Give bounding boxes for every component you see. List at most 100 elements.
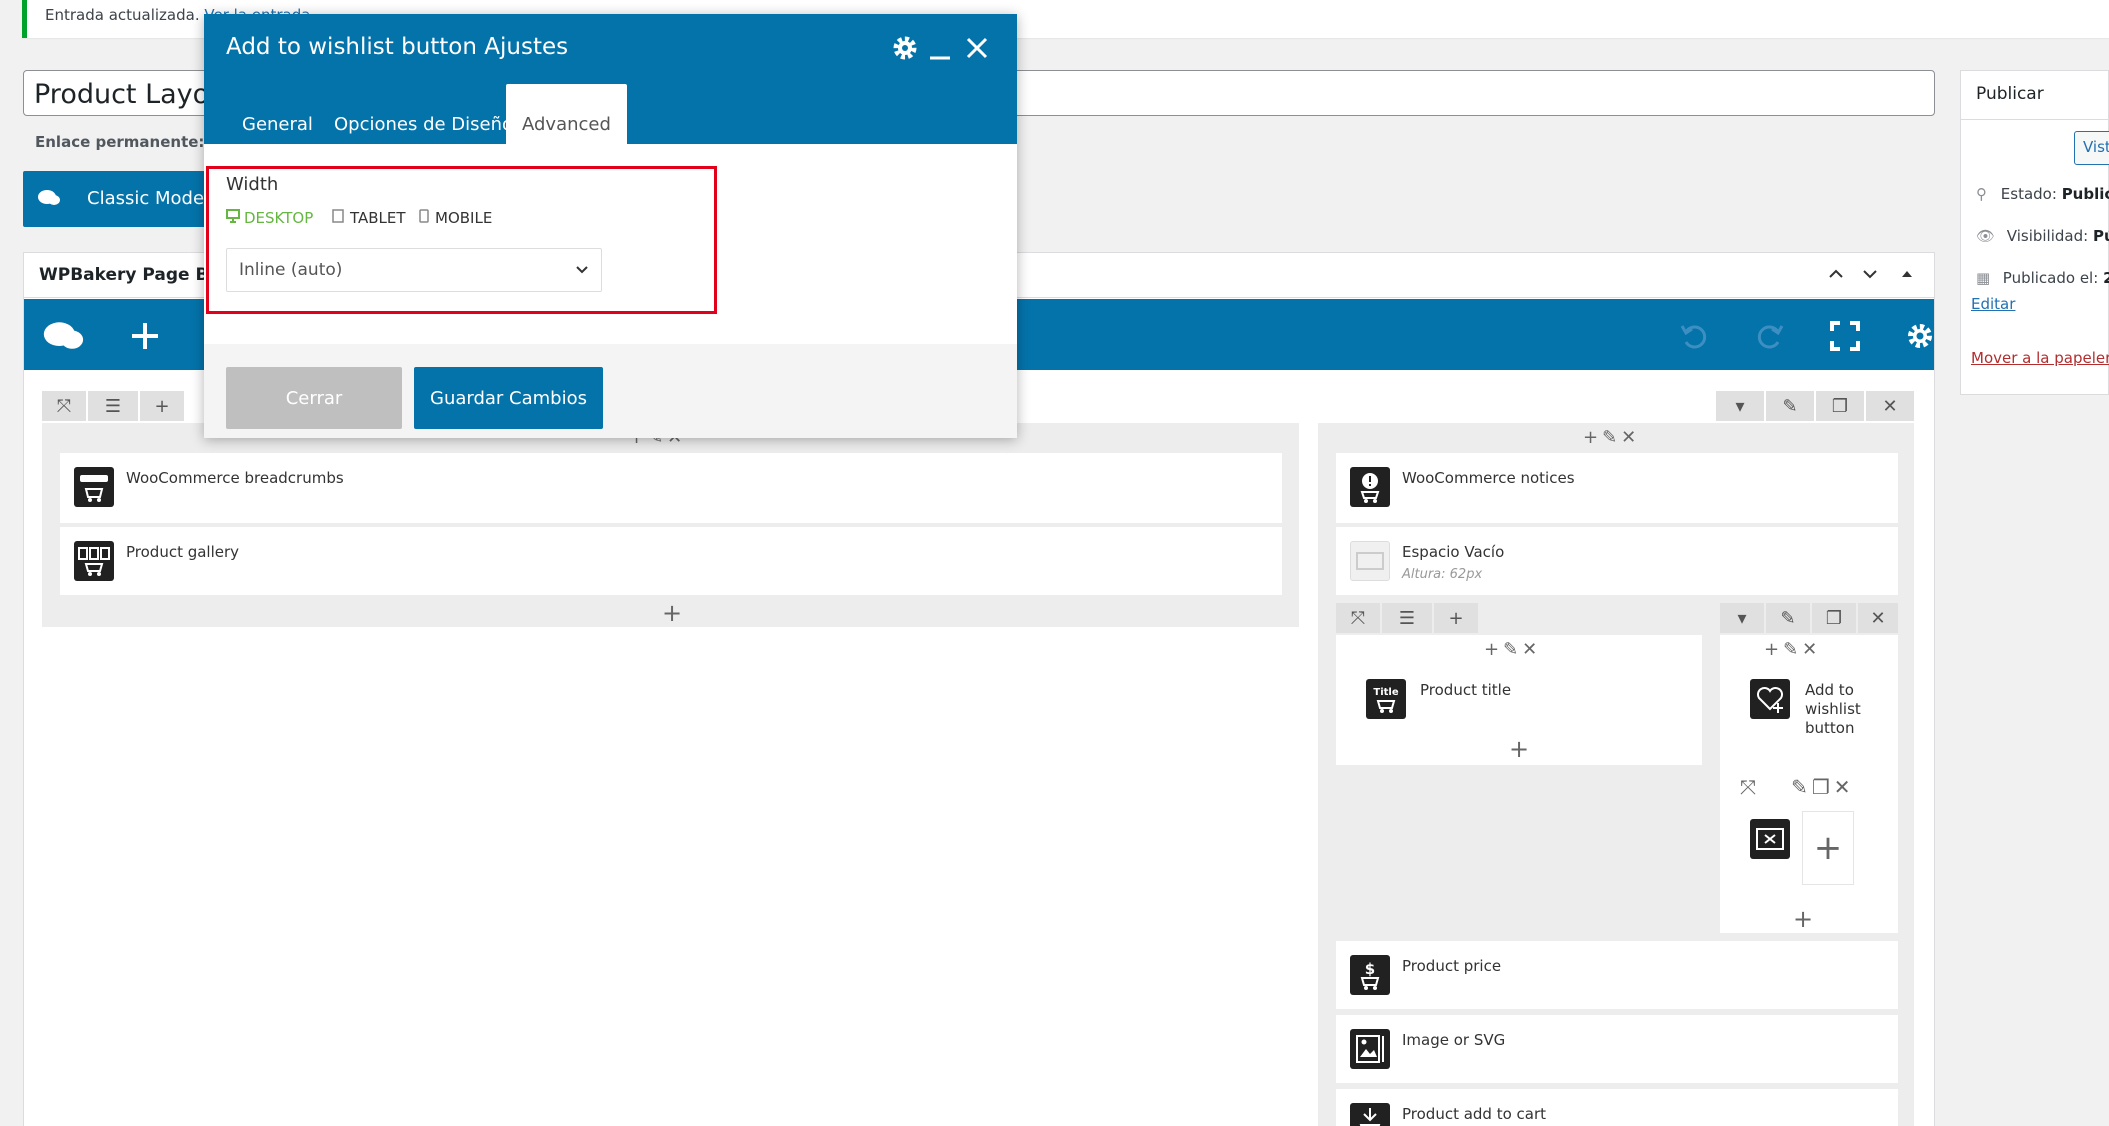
fullscreen-icon[interactable]: [1824, 315, 1866, 357]
gallery-cart-icon: [74, 541, 114, 581]
gear-icon[interactable]: [1899, 315, 1941, 357]
edit-date-link[interactable]: Editar: [1971, 295, 2015, 313]
inner-add-column-icon[interactable]: +: [1434, 603, 1478, 633]
wpbakery-logo-icon: [37, 188, 61, 208]
redo-icon[interactable]: [1749, 315, 1791, 357]
close-button[interactable]: Cerrar: [226, 367, 402, 429]
row-drag-icon[interactable]: ⤧: [42, 391, 86, 421]
inner-row-drag-icon[interactable]: ⤧: [1336, 603, 1380, 633]
chevron-down-icon[interactable]: [1861, 265, 1879, 283]
close-icon[interactable]: [965, 34, 989, 62]
inner-column-2: +✎✕ Add to wishlist button ⤧ ✎❐✕ + +: [1720, 635, 1898, 933]
width-select-value: Inline (auto): [239, 260, 343, 280]
svg-text:$: $: [1365, 960, 1375, 978]
row-delete-icon[interactable]: ✕: [1866, 391, 1914, 421]
inner-row-clone-icon[interactable]: ❐: [1812, 603, 1856, 633]
add-element-icon[interactable]: [124, 315, 166, 357]
add-column-icon[interactable]: +: [140, 391, 184, 421]
device-tab-mobile[interactable]: MOBILE: [419, 209, 492, 227]
element-label: Product title: [1420, 681, 1512, 699]
element-settings-modal: Add to wishlist button Ajustes General O…: [204, 14, 1017, 438]
pin-icon: ⚲: [1976, 185, 1987, 203]
right-column: +✎✕ WooCommerce notices Espacio Vacío Al…: [1318, 423, 1914, 1126]
title-cart-icon: Title: [1366, 679, 1406, 719]
wpbakery-logo-icon[interactable]: [42, 315, 84, 357]
collapse-toggle-icon[interactable]: [1901, 265, 1913, 283]
element-label: Add to wishlist button: [1805, 681, 1861, 737]
inner-row-delete-icon[interactable]: ✕: [1858, 603, 1898, 633]
width-select[interactable]: Inline (auto): [226, 248, 602, 292]
tab-advanced[interactable]: Advanced: [506, 84, 627, 144]
element-card[interactable]: WooCommerce breadcrumbs: [60, 453, 1282, 523]
device-label: MOBILE: [435, 209, 493, 227]
add-nested-element-button[interactable]: +: [1802, 811, 1854, 885]
preview-button[interactable]: Vista previa: [2074, 131, 2109, 165]
device-tab-desktop[interactable]: DESKTOP: [226, 209, 313, 227]
element-label: Image or SVG: [1402, 1031, 1506, 1049]
modal-header: Add to wishlist button Ajustes General O…: [204, 14, 1017, 144]
inner-row-layout-icon[interactable]: ☰: [1382, 603, 1432, 633]
device-label: TABLET: [350, 209, 406, 227]
row-clone-icon[interactable]: ❐: [1816, 391, 1864, 421]
element-card[interactable]: WooCommerce notices: [1336, 453, 1898, 523]
row-toggle-icon[interactable]: ▾: [1716, 391, 1764, 421]
element-card[interactable]: $ Product price: [1336, 941, 1898, 1009]
gear-icon[interactable]: [891, 34, 919, 62]
tab-general[interactable]: General: [242, 84, 313, 144]
status-value: Publicada: [2061, 185, 2109, 203]
element-label: WooCommerce breadcrumbs: [126, 469, 344, 487]
undo-icon[interactable]: [1673, 315, 1715, 357]
element-card[interactable]: Product gallery: [60, 527, 1282, 595]
column-controls[interactable]: +✎✕: [1484, 639, 1541, 660]
status-label: Estado:: [2000, 185, 2057, 203]
builder-canvas: ⤧ ☰ + ▾ ✎ ❐ ✕ +✎✕ WooCommerce breadcrumb…: [24, 371, 1934, 1126]
element-sublabel: Altura: 62px: [1402, 567, 1483, 582]
empty-space-icon: [1350, 541, 1390, 581]
move-to-trash-link[interactable]: Mover a la papelera: [1971, 349, 2109, 367]
element-label: Espacio Vacío: [1402, 543, 1505, 561]
device-tab-tablet[interactable]: TABLET: [332, 209, 406, 227]
breadcrumb-cart-icon: [74, 467, 114, 507]
publish-box: Publicar Vista previa ⚲ Estado: Publicad…: [1960, 70, 2109, 395]
chevron-down-icon: [575, 263, 589, 277]
inner-row-toggle-icon[interactable]: ▾: [1720, 603, 1764, 633]
modal-title: Add to wishlist button Ajustes: [226, 34, 569, 60]
publish-title: Publicar: [1976, 84, 2044, 104]
classic-mode-button[interactable]: Classic Mode: [23, 171, 213, 227]
eye-icon: 👁: [1976, 227, 1996, 245]
permalink-label: Enlace permanente:: [35, 133, 205, 151]
element-card[interactable]: Product add to cart: [1336, 1089, 1898, 1126]
published-value: 2: [2103, 269, 2109, 287]
column-controls[interactable]: +✎✕: [1764, 639, 1821, 660]
visibility-row: 👁 Visibilidad: Pública: [1976, 227, 2109, 245]
notice-message: Entrada actualizada.: [45, 6, 200, 24]
chevron-up-icon[interactable]: [1827, 265, 1845, 283]
element-label: Product price: [1402, 957, 1502, 975]
published-label: Publicado el:: [2002, 269, 2099, 287]
width-label: Width: [226, 174, 279, 195]
add-element-plus-icon[interactable]: +: [662, 601, 682, 625]
image-icon: [1350, 1029, 1390, 1069]
element-card[interactable]: Image or SVG: [1336, 1015, 1898, 1083]
image-x-icon: [1750, 819, 1790, 859]
status-row: ⚲ Estado: Publicada: [1976, 185, 2109, 203]
add-element-plus-icon[interactable]: +: [1509, 737, 1529, 761]
classic-mode-label: Classic Mode: [87, 188, 205, 209]
divider: [1961, 119, 2108, 120]
tab-design-options[interactable]: Opciones de Diseño: [334, 84, 513, 144]
price-cart-icon: $: [1350, 955, 1390, 995]
column-controls[interactable]: +✎✕: [1583, 427, 1640, 448]
element-card[interactable]: Espacio Vacío Altura: 62px: [1336, 527, 1898, 595]
visibility-label: Visibilidad:: [2006, 227, 2089, 245]
tablet-icon: [332, 209, 344, 227]
minimize-icon[interactable]: [928, 34, 952, 62]
row-edit-icon[interactable]: ✎: [1766, 391, 1814, 421]
add-element-plus-icon[interactable]: +: [1793, 907, 1813, 931]
inner-row-edit-icon[interactable]: ✎: [1766, 603, 1810, 633]
save-changes-button[interactable]: Guardar Cambios: [414, 367, 603, 429]
wishlist-label: Add to wishlist button: [1751, 681, 1891, 738]
nested-controls[interactable]: ⤧ ✎❐✕: [1740, 775, 1855, 799]
notice-cart-icon: [1350, 467, 1390, 507]
row-layout-icon[interactable]: ☰: [88, 391, 138, 421]
visibility-value: Pública: [2092, 227, 2109, 245]
